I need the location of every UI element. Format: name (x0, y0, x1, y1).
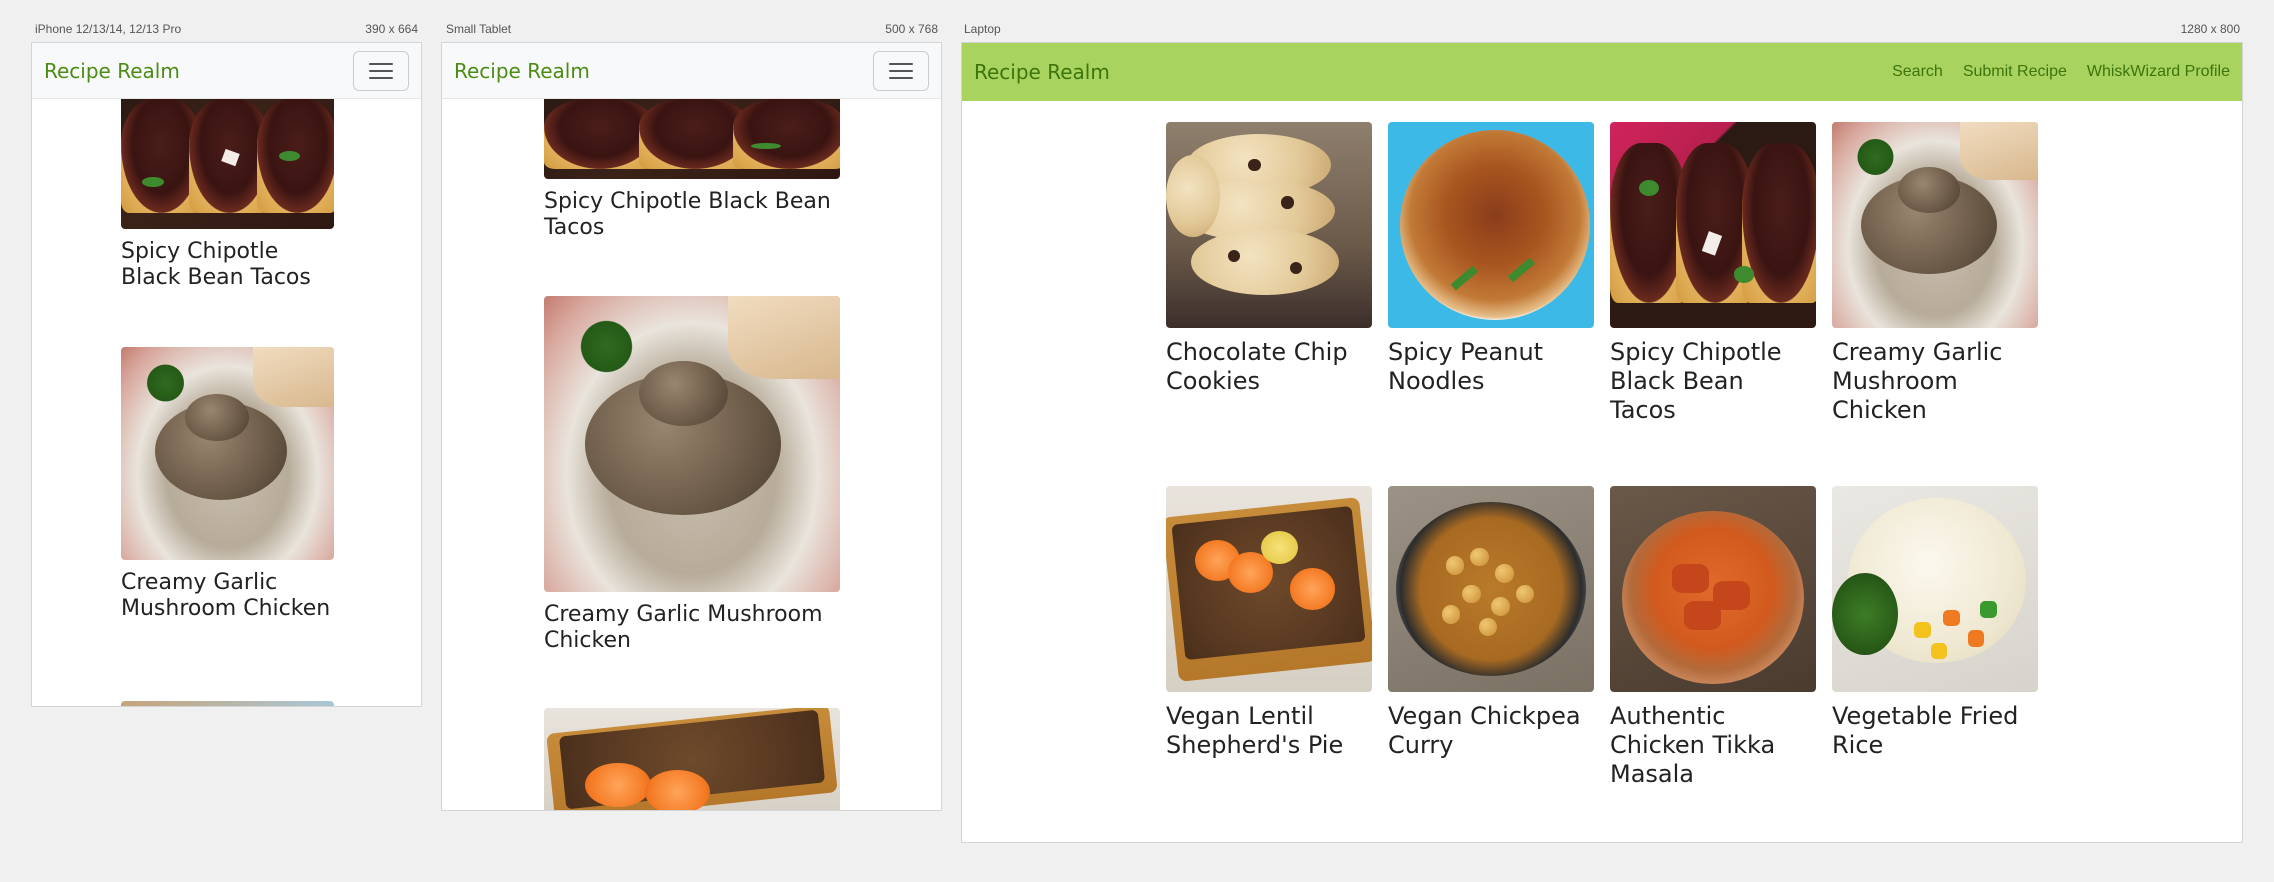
recipe-image[interactable] (1832, 122, 2038, 328)
recipe-title[interactable]: Spicy Chipotle Black Bean Tacos (544, 189, 840, 242)
laptop-device-label: Laptop (964, 22, 1001, 36)
recipe-card[interactable] (544, 708, 840, 810)
phone-navbar: Recipe Realm (32, 43, 421, 99)
recipe-title[interactable]: Vegan Lentil Shepherd's Pie (1166, 702, 1372, 760)
phone-device-label: iPhone 12/13/14, 12/13 Pro (35, 22, 182, 36)
recipe-image[interactable] (1388, 486, 1594, 692)
phone-viewport: Recipe Realm Spicy Chipotle Black Bean T… (31, 42, 422, 707)
laptop-viewport: Recipe Realm Search Submit Recipe WhiskW… (961, 42, 2243, 843)
recipe-image[interactable] (121, 99, 334, 229)
recipe-card[interactable]: Spicy Chipotle Black Bean Tacos (544, 99, 840, 242)
tablet-device-dims: 500 x 768 (885, 22, 938, 36)
recipe-image[interactable] (1610, 122, 1816, 328)
recipe-title[interactable]: Spicy Chipotle Black Bean Tacos (121, 239, 334, 292)
recipe-title[interactable]: Vegan Chickpea Curry (1388, 702, 1594, 760)
nav-links: Search Submit Recipe WhiskWizard Profile (1892, 63, 2230, 81)
recipe-title[interactable]: Spicy Chipotle Black Bean Tacos (1610, 338, 1816, 424)
brand-logo[interactable]: Recipe Realm (454, 59, 590, 83)
hamburger-icon[interactable] (353, 50, 409, 91)
recipe-card[interactable] (121, 701, 334, 706)
recipe-card[interactable]: Creamy Garlic Mushroom Chicken (121, 347, 334, 623)
laptop-navbar: Recipe Realm Search Submit Recipe WhiskW… (962, 43, 2242, 101)
phone-device-dims: 390 x 664 (365, 22, 418, 36)
recipe-image[interactable] (121, 347, 334, 560)
recipe-card[interactable]: Vegan Lentil Shepherd's Pie (1166, 486, 1372, 760)
recipe-card[interactable]: Vegan Chickpea Curry (1388, 486, 1594, 760)
recipe-image[interactable] (1610, 486, 1816, 692)
nav-link-submit-recipe[interactable]: Submit Recipe (1963, 63, 2067, 81)
tablet-device-label: Small Tablet (446, 22, 512, 36)
recipe-image[interactable] (121, 701, 334, 706)
brand-logo[interactable]: Recipe Realm (974, 60, 1110, 84)
recipe-card[interactable]: Authentic Chicken Tikka Masala (1610, 486, 1816, 788)
laptop-device-dims: 1280 x 800 (2180, 22, 2240, 36)
recipe-card[interactable]: Chocolate Chip Cookies (1166, 122, 1372, 396)
recipe-image[interactable] (544, 99, 840, 179)
recipe-image[interactable] (544, 708, 840, 810)
tablet-viewport: Recipe Realm Spicy Chipotle Black Bean T… (441, 42, 942, 811)
recipe-title[interactable]: Creamy Garlic Mushroom Chicken (121, 570, 334, 623)
recipe-title[interactable]: Spicy Peanut Noodles (1388, 338, 1594, 396)
recipe-image[interactable] (1832, 486, 2038, 692)
recipe-card[interactable]: Creamy Garlic Mushroom Chicken (1832, 122, 2038, 424)
brand-logo[interactable]: Recipe Realm (44, 59, 180, 83)
nav-link-search[interactable]: Search (1892, 63, 1943, 81)
tablet-navbar: Recipe Realm (442, 43, 941, 99)
recipe-image[interactable] (544, 296, 840, 592)
recipe-card[interactable]: Spicy Chipotle Black Bean Tacos (121, 99, 334, 292)
recipe-title[interactable]: Authentic Chicken Tikka Masala (1610, 702, 1816, 788)
recipe-card[interactable]: Spicy Chipotle Black Bean Tacos (1610, 122, 1816, 424)
hamburger-icon[interactable] (873, 50, 929, 91)
nav-link-profile[interactable]: WhiskWizard Profile (2087, 63, 2230, 81)
recipe-image[interactable] (1388, 122, 1594, 328)
recipe-title[interactable]: Creamy Garlic Mushroom Chicken (1832, 338, 2038, 424)
recipe-card[interactable]: Creamy Garlic Mushroom Chicken (544, 296, 840, 655)
recipe-title[interactable]: Creamy Garlic Mushroom Chicken (544, 602, 840, 655)
recipe-card[interactable]: Spicy Peanut Noodles (1388, 122, 1594, 396)
recipe-image[interactable] (1166, 486, 1372, 692)
recipe-card[interactable]: Vegetable Fried Rice (1832, 486, 2038, 760)
recipe-title[interactable]: Vegetable Fried Rice (1832, 702, 2038, 760)
recipe-image[interactable] (1166, 122, 1372, 328)
recipe-title[interactable]: Chocolate Chip Cookies (1166, 338, 1372, 396)
